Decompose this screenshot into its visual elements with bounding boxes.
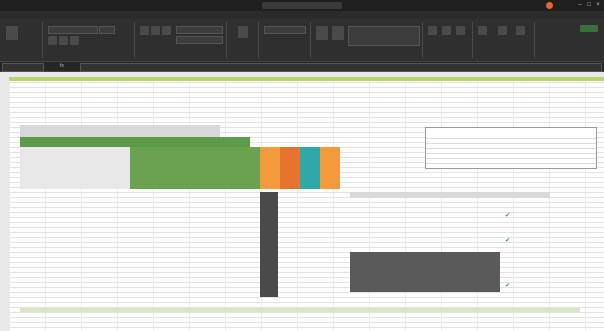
dark-column [260, 192, 278, 297]
font-size-select[interactable] [99, 26, 115, 34]
sensitivity-group [228, 22, 259, 58]
align-center-icon[interactable] [151, 26, 160, 35]
check-icon: ✔ [505, 283, 511, 289]
tab-developer[interactable] [80, 11, 90, 19]
column-header-stripe [260, 147, 280, 189]
tab-file[interactable] [0, 11, 10, 19]
formula-input[interactable] [80, 63, 602, 72]
font-name-select[interactable] [48, 26, 98, 34]
cell-styles-gallery[interactable] [348, 26, 420, 46]
column-header-stripe [320, 147, 340, 189]
font-group [44, 22, 135, 58]
inactive-rows [350, 252, 500, 292]
tab-insert[interactable] [20, 11, 30, 19]
ribbon-tabs [0, 11, 604, 20]
banner [9, 77, 604, 81]
title-bar: – □ × [0, 0, 604, 11]
search-box[interactable] [262, 2, 342, 9]
fx-icon[interactable]: fx [60, 63, 64, 69]
tab-data[interactable] [50, 11, 60, 19]
table-row [426, 158, 596, 164]
alignment-group [136, 22, 227, 58]
tab-review[interactable] [60, 11, 70, 19]
insert-cells-icon[interactable] [428, 26, 437, 35]
speaker-tapping-header [20, 137, 250, 147]
align-right-icon[interactable] [162, 26, 171, 35]
tab-view[interactable] [70, 11, 80, 19]
table-header-row [350, 192, 550, 198]
find-select-icon[interactable] [516, 26, 525, 35]
underline-icon[interactable] [70, 36, 79, 45]
check-icon: ✔ [505, 213, 511, 219]
minimize-icon[interactable]: – [576, 2, 584, 9]
column-header-block [130, 147, 260, 189]
sort-filter-icon[interactable] [498, 26, 507, 35]
name-box[interactable] [2, 63, 44, 72]
ribbon [0, 19, 604, 62]
editing-group [474, 22, 535, 58]
column-header-block [20, 147, 130, 189]
clipboard-group [2, 22, 43, 58]
sensitivity-icon[interactable] [238, 26, 248, 38]
input-area[interactable] [20, 125, 220, 137]
close-icon[interactable]: × [594, 2, 602, 9]
wrap-text-button[interactable] [176, 26, 223, 34]
check-icon: ✔ [505, 238, 511, 244]
bold-icon[interactable] [48, 36, 57, 45]
format-cells-icon[interactable] [456, 26, 465, 35]
cells-group [424, 22, 473, 58]
worksheet-grid[interactable] [9, 77, 604, 331]
avatar[interactable] [546, 2, 553, 9]
delete-cells-icon[interactable] [442, 26, 451, 35]
formula-bar: fx [0, 62, 604, 72]
tab-page-layout[interactable] [30, 11, 40, 19]
speaker-load-table [425, 127, 597, 169]
maximize-icon[interactable]: □ [585, 2, 593, 9]
italic-icon[interactable] [59, 36, 68, 45]
number-format-select[interactable] [264, 26, 306, 34]
column-header-stripe [300, 147, 320, 189]
number-group [260, 22, 311, 58]
conditional-formatting-icon[interactable] [316, 26, 328, 40]
styles-group [312, 22, 423, 58]
autosum-icon[interactable] [478, 26, 487, 35]
share-button[interactable] [580, 25, 598, 32]
merge-center-button[interactable] [176, 36, 223, 44]
tab-formulas[interactable] [40, 11, 50, 19]
user-name [520, 2, 568, 9]
align-left-icon[interactable] [140, 26, 149, 35]
format-as-table-icon[interactable] [332, 26, 344, 40]
power-calc-header [20, 308, 580, 312]
paste-icon[interactable] [6, 26, 18, 40]
column-header-stripe [280, 147, 300, 189]
